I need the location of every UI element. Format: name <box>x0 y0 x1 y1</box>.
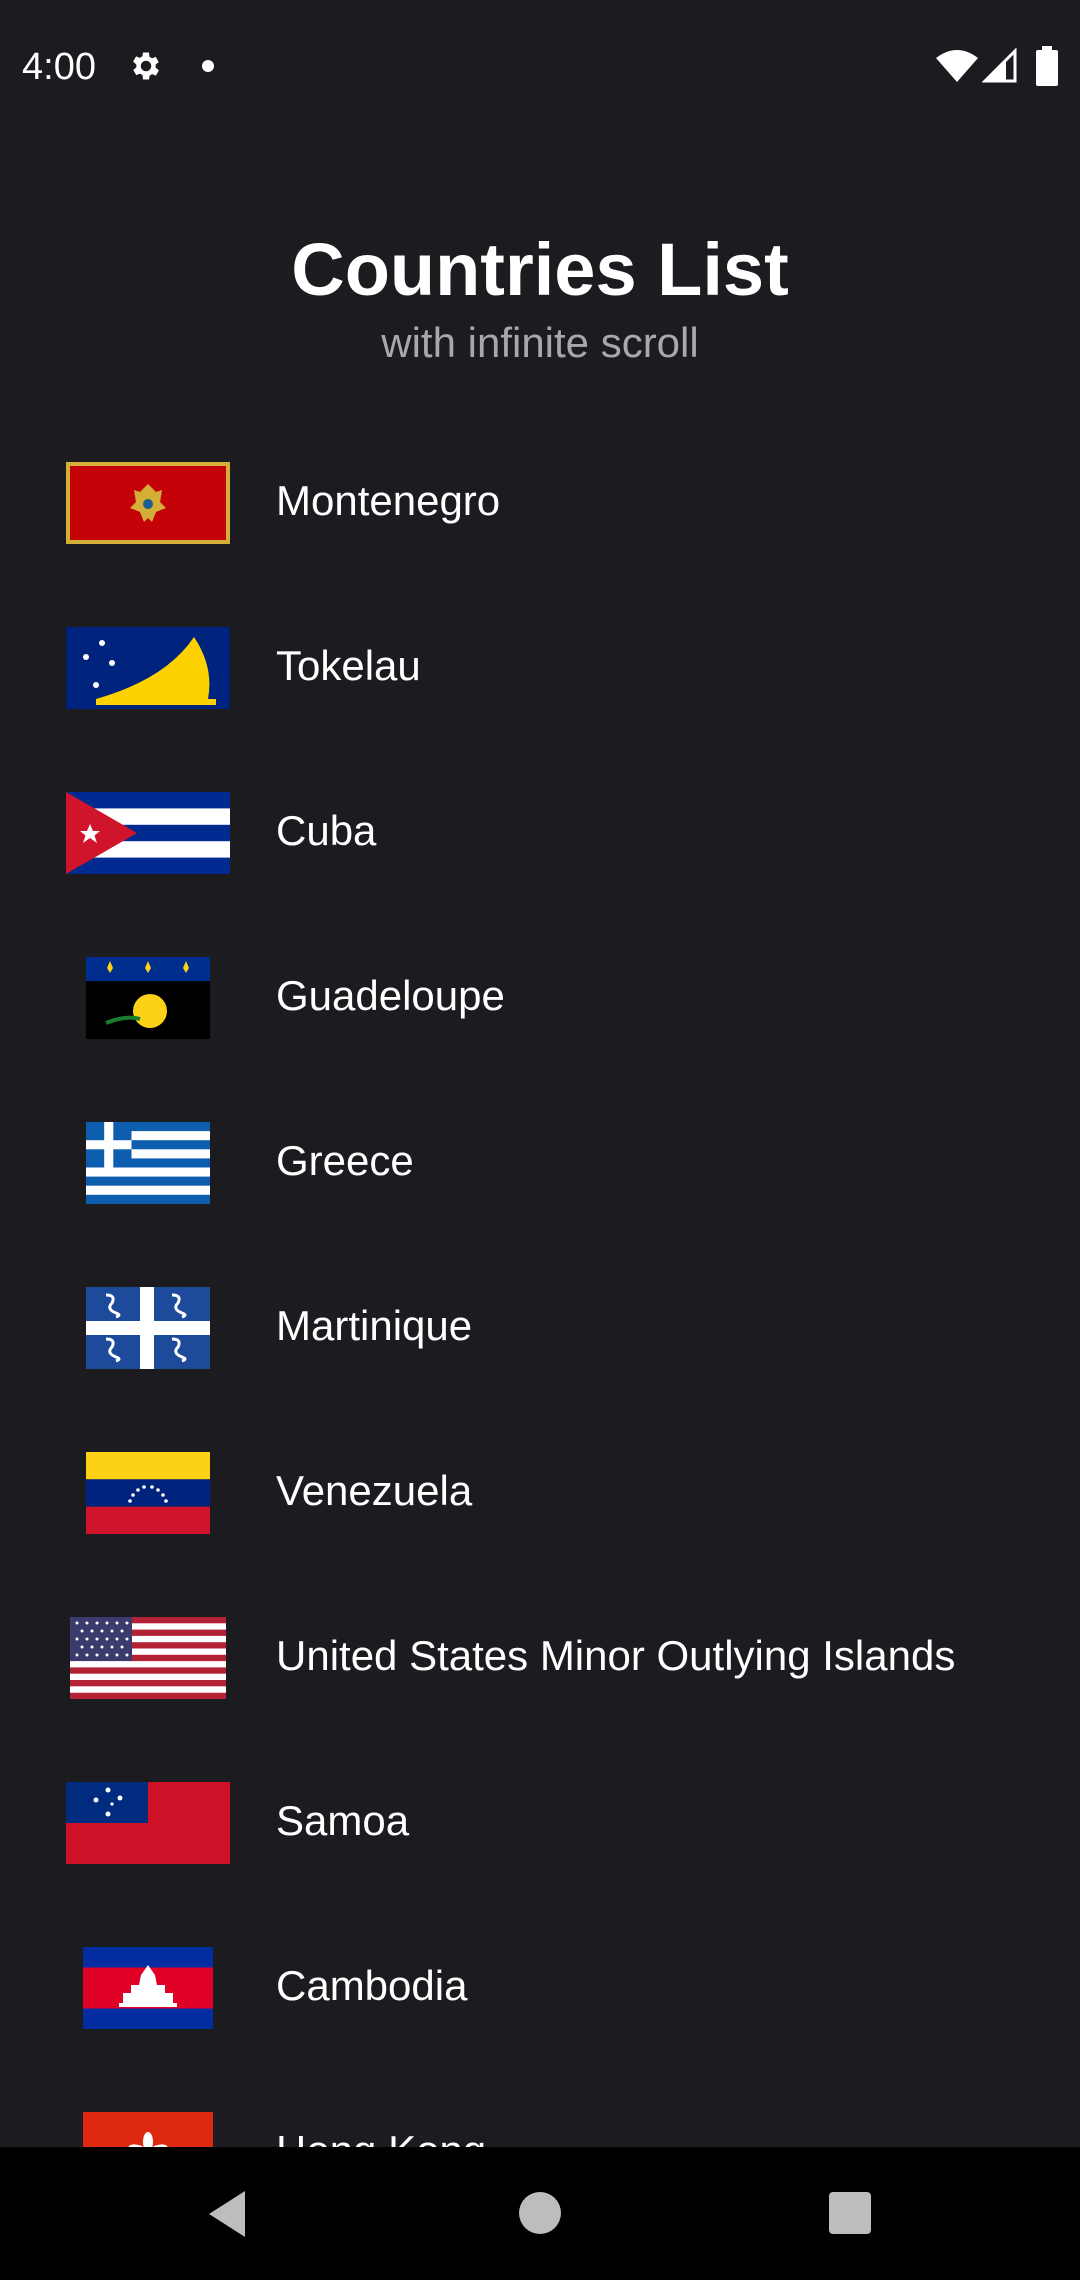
page-header: Countries List with infinite scroll <box>0 220 1080 368</box>
country-name: Cambodia <box>276 1962 468 2009</box>
page-title: Countries List <box>291 228 789 311</box>
country-name: United States Minor Outlying Islands <box>276 1632 956 1679</box>
list-item[interactable]: Cuba <box>0 750 1080 915</box>
cuba-flag-icon <box>66 792 230 874</box>
venezuela-flag-icon <box>66 1452 230 1534</box>
country-name: Greece <box>276 1137 414 1184</box>
list-item[interactable]: United States Minor Outlying Islands <box>0 1575 1080 1740</box>
greece-flag-icon <box>66 1122 230 1204</box>
gear-icon <box>133 52 159 80</box>
list-item[interactable]: Greece <box>0 1080 1080 1245</box>
notification-dot-icon <box>202 60 214 72</box>
status-time: 4:00 <box>22 46 96 88</box>
usa-flag-icon <box>66 1617 230 1699</box>
recents-icon[interactable] <box>829 2192 871 2234</box>
page-subtitle: with infinite scroll <box>381 319 699 366</box>
status-bar: 4:00 <box>0 0 1080 135</box>
country-name: Samoa <box>276 1797 410 1844</box>
samoa-flag-icon <box>66 1782 230 1864</box>
country-name: Guadeloupe <box>276 972 505 1019</box>
signal-icon <box>982 48 1017 83</box>
navigation-bar <box>0 2147 1080 2280</box>
home-icon[interactable] <box>519 2192 561 2234</box>
list-item[interactable]: Cambodia <box>0 1905 1080 2070</box>
list-item[interactable]: Venezuela <box>0 1410 1080 1575</box>
countries-list[interactable]: Montenegro Tokelau Cuba Guadeloupe Greec… <box>0 420 1080 2147</box>
country-name: Martinique <box>276 1302 473 1349</box>
list-item[interactable]: Samoa <box>0 1740 1080 1905</box>
list-item[interactable]: Tokelau <box>0 585 1080 750</box>
martinique-flag-icon <box>66 1287 230 1369</box>
list-item[interactable]: Hong Kong <box>0 2070 1080 2147</box>
wifi-icon <box>936 50 978 82</box>
guadeloupe-flag-icon <box>66 957 230 1039</box>
tokelau-flag-icon <box>66 627 230 709</box>
country-name: Cuba <box>276 807 377 854</box>
country-name: Venezuela <box>276 1467 473 1514</box>
hong-kong-flag-icon <box>66 2112 230 2147</box>
montenegro-flag-icon <box>66 462 230 544</box>
country-name: Montenegro <box>276 477 501 524</box>
list-item[interactable]: Guadeloupe <box>0 915 1080 1080</box>
country-name: Tokelau <box>276 642 421 689</box>
list-item[interactable]: Martinique <box>0 1245 1080 1410</box>
cambodia-flag-icon <box>66 1947 230 2029</box>
back-icon[interactable] <box>205 2189 249 2239</box>
country-name: Hong Kong <box>276 2126 486 2147</box>
battery-icon <box>1036 46 1058 86</box>
list-item[interactable]: Montenegro <box>0 420 1080 585</box>
